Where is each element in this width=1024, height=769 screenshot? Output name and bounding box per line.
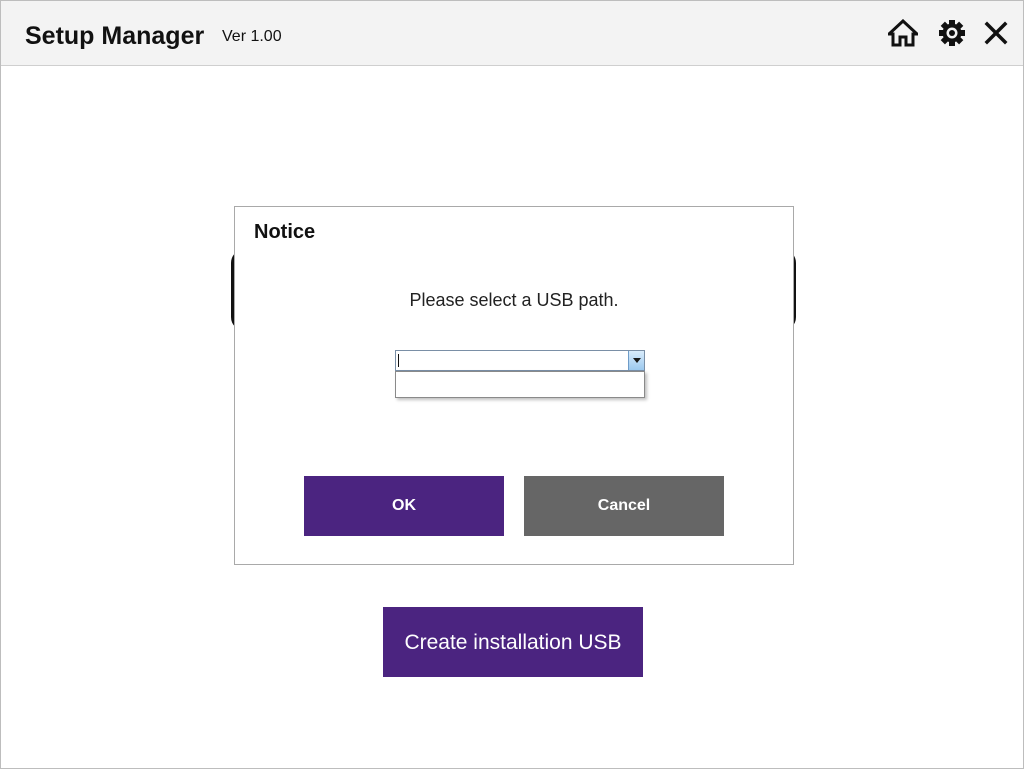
cancel-button[interactable]: Cancel [524, 476, 724, 536]
chevron-down-icon[interactable] [628, 351, 644, 370]
home-icon[interactable] [888, 18, 918, 48]
close-icon[interactable] [981, 18, 1011, 48]
setup-manager-window: Setup Manager Ver 1.00 Create installati… [0, 0, 1024, 769]
dialog-title: Notice [254, 221, 316, 243]
text-caret [398, 354, 399, 367]
notice-dialog: Notice Please select a USB path. OK Canc… [234, 206, 794, 565]
ok-button[interactable]: OK [304, 476, 504, 536]
create-installation-usb-button[interactable]: Create installation USB [383, 607, 643, 677]
app-title: Setup Manager [25, 22, 205, 50]
title-bar: Setup Manager Ver 1.00 [1, 1, 1023, 66]
usb-path-dropdown-list[interactable] [395, 371, 645, 398]
gear-icon[interactable] [937, 18, 967, 48]
app-version: Ver 1.00 [222, 28, 282, 45]
dialog-message: Please select a USB path. [409, 290, 619, 310]
usb-path-select[interactable] [395, 350, 645, 371]
